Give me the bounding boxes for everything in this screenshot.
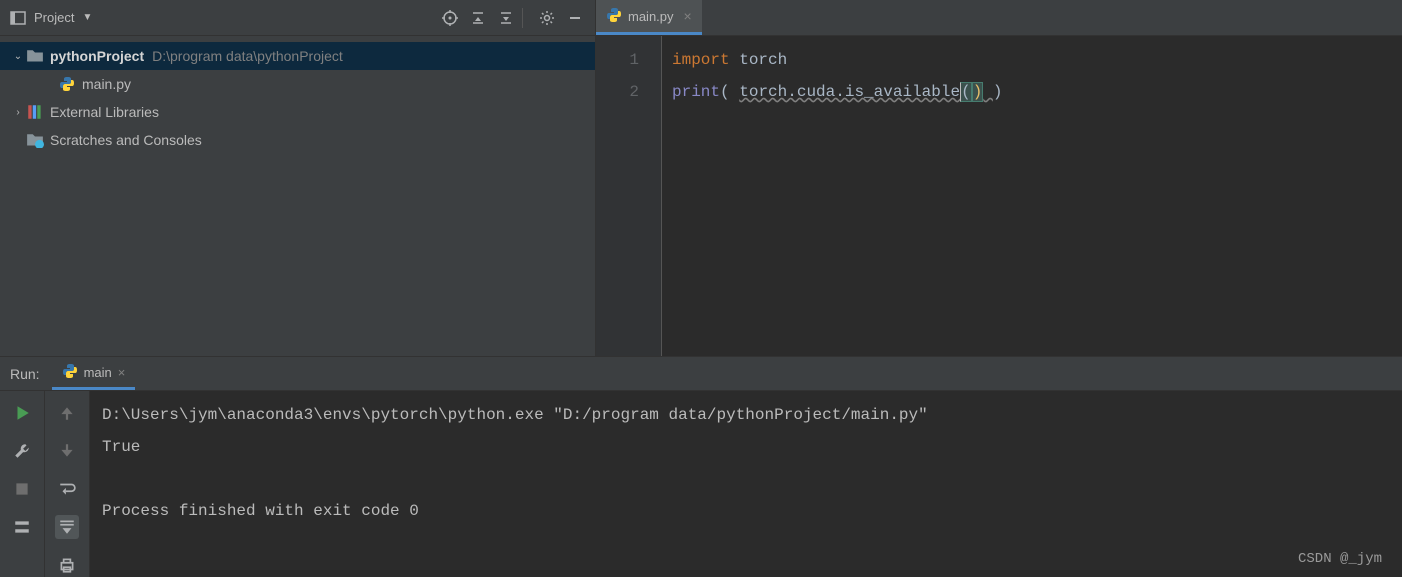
project-tree: ⌄ pythonProject D:\program data\pythonPr… (0, 36, 595, 160)
run-tool-window: Run: main × (0, 357, 1402, 577)
run-label: Run: (10, 366, 40, 382)
collapse-all-icon[interactable] (496, 8, 516, 28)
run-actions-sidebar (0, 391, 45, 577)
locate-icon[interactable] (440, 8, 460, 28)
editor-tab-bar: main.py × (596, 0, 1402, 36)
editor-tab-label: main.py (628, 9, 674, 24)
watermark: CSDN @_jym (1298, 551, 1382, 567)
run-body: D:\Users\jym\anaconda3\envs\pytorch\pyth… (0, 391, 1402, 577)
console-line (102, 463, 1390, 495)
tree-scratches-label: Scratches and Consoles (50, 132, 202, 148)
line-number: 1 (596, 44, 661, 76)
tree-scratches[interactable]: Scratches and Consoles (0, 126, 595, 154)
python-file-icon (62, 363, 78, 382)
scratches-icon (26, 132, 44, 148)
python-file-icon (58, 76, 76, 92)
close-icon[interactable]: × (118, 365, 126, 380)
gear-icon[interactable] (537, 8, 557, 28)
rerun-icon[interactable] (10, 401, 34, 425)
run-tab[interactable]: main × (52, 357, 136, 390)
divider (522, 8, 523, 28)
project-panel-header: Project ▼ (0, 0, 595, 36)
code-line: print( torch.cuda.is_available() ) (672, 76, 1003, 108)
tree-file-label: main.py (82, 76, 131, 92)
layout-icon[interactable] (10, 515, 34, 539)
project-icon (10, 11, 26, 25)
code-line: import torch (672, 44, 1003, 76)
tree-root-label: pythonProject (50, 48, 144, 64)
line-number: 2 (596, 76, 661, 108)
python-file-icon (606, 7, 622, 26)
expand-all-icon[interactable] (468, 8, 488, 28)
soft-wrap-icon[interactable] (55, 477, 79, 501)
up-arrow-icon[interactable] (55, 401, 79, 425)
project-dropdown-icon[interactable]: ▼ (82, 12, 92, 23)
editor-tab-main[interactable]: main.py × (596, 0, 702, 35)
hide-icon[interactable] (565, 8, 585, 28)
console-line: D:\Users\jym\anaconda3\envs\pytorch\pyth… (102, 399, 1390, 431)
folder-icon (26, 48, 44, 64)
wrench-icon[interactable] (10, 439, 34, 463)
stop-icon[interactable] (10, 477, 34, 501)
console-actions-sidebar (45, 391, 90, 577)
project-tool-window: Project ▼ ⌄ (0, 0, 596, 356)
code-editor[interactable]: 1 2 import torch print( torch.cuda.is_av… (596, 36, 1402, 356)
libraries-icon (26, 104, 44, 120)
console-line: True (102, 431, 1390, 463)
code-content[interactable]: import torch print( torch.cuda.is_availa… (662, 36, 1003, 356)
editor-panel: main.py × 1 2 import torch print( torch.… (596, 0, 1402, 356)
editor-gutter[interactable]: 1 2 (596, 36, 662, 356)
chevron-right-icon[interactable]: › (10, 107, 26, 118)
print-icon[interactable] (55, 553, 79, 577)
tree-root-path: D:\program data\pythonProject (152, 48, 343, 64)
down-arrow-icon[interactable] (55, 439, 79, 463)
run-header: Run: main × (0, 357, 1402, 391)
chevron-down-icon[interactable]: ⌄ (10, 51, 26, 62)
tree-root-item[interactable]: ⌄ pythonProject D:\program data\pythonPr… (0, 42, 595, 70)
tree-ext-libs[interactable]: › External Libraries (0, 98, 595, 126)
tree-ext-libs-label: External Libraries (50, 104, 159, 120)
project-panel-title[interactable]: Project (34, 10, 74, 25)
scroll-to-end-icon[interactable] (55, 515, 79, 539)
close-icon[interactable]: × (684, 8, 692, 24)
tree-file-item[interactable]: main.py (0, 70, 595, 98)
console-line: Process finished with exit code 0 (102, 495, 1390, 527)
console-output[interactable]: D:\Users\jym\anaconda3\envs\pytorch\pyth… (90, 391, 1402, 577)
run-tab-label: main (84, 365, 112, 380)
